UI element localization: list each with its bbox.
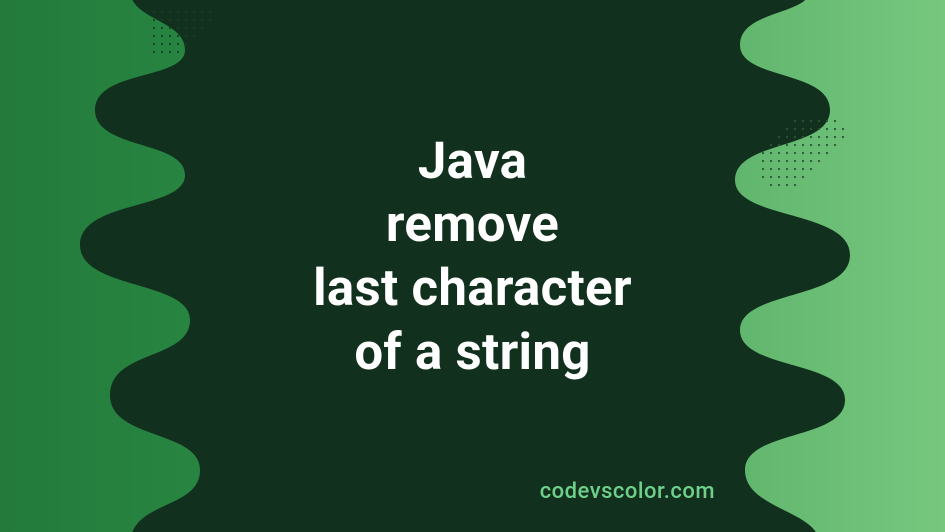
title-line-2: remove xyxy=(313,193,632,257)
banner-canvas: Java remove last character of a string c… xyxy=(0,0,945,532)
title-line-3: last character xyxy=(313,257,632,321)
title-line-1: Java xyxy=(313,130,632,194)
credit-label: codevscolor.com xyxy=(540,479,715,504)
banner-title: Java remove last character of a string xyxy=(313,130,632,385)
title-line-4: of a string xyxy=(313,321,632,385)
content-area: Java remove last character of a string xyxy=(0,0,945,532)
